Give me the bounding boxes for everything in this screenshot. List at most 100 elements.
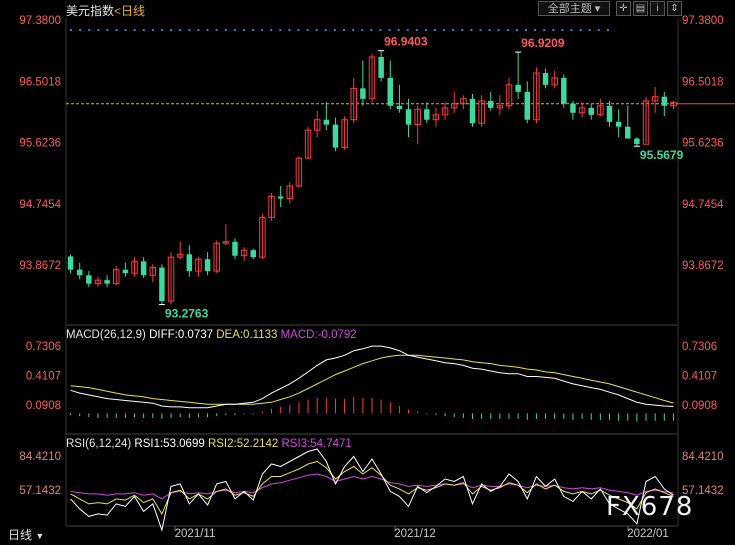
dotted-marker bbox=[361, 29, 364, 31]
dotted-marker bbox=[497, 29, 500, 31]
price-tick-right: 95.6236 bbox=[682, 138, 724, 150]
rsi-tick-right: 84.4210 bbox=[682, 451, 724, 463]
macd-tick-left: 0.0908 bbox=[26, 400, 61, 412]
tab-daily[interactable]: 日线 ▼ bbox=[0, 526, 60, 544]
chevron-down-icon: ▼ bbox=[35, 531, 45, 541]
dotted-marker bbox=[443, 29, 446, 31]
candle-body-down bbox=[86, 275, 92, 284]
dotted-marker bbox=[261, 29, 264, 31]
candle-body-down bbox=[488, 100, 494, 108]
macd-diff-value: DIFF:0.0737 bbox=[149, 329, 214, 341]
rsi1-value: RSI1:53.0699 bbox=[134, 438, 205, 450]
theme-select-button[interactable]: 全部主题 ▾ bbox=[538, 1, 610, 16]
dotted-marker bbox=[197, 29, 200, 31]
dotted-marker bbox=[333, 29, 336, 31]
candle-body-down bbox=[634, 138, 640, 145]
dotted-marker bbox=[288, 29, 291, 31]
candle-body-down bbox=[360, 88, 366, 99]
price-tick-left: 97.3800 bbox=[19, 15, 61, 27]
rsi-tick-left: 57.1432 bbox=[19, 485, 61, 497]
candle-body-down bbox=[570, 103, 576, 113]
period-label[interactable]: <日线 bbox=[114, 4, 145, 18]
dotted-marker bbox=[597, 29, 600, 31]
dotted-marker bbox=[479, 29, 482, 31]
dotted-marker bbox=[579, 29, 582, 31]
cross-icon[interactable]: ✛ bbox=[616, 1, 631, 16]
dotted-marker bbox=[170, 29, 173, 31]
dotted-marker bbox=[115, 29, 118, 31]
macd-label: MACD(26,12,9) bbox=[66, 329, 146, 341]
dotted-marker bbox=[424, 29, 427, 31]
dotted-marker bbox=[179, 29, 182, 31]
dotted-marker bbox=[324, 29, 327, 31]
candle-body-down bbox=[625, 126, 631, 139]
candle-body-down bbox=[405, 109, 412, 125]
macd-tick-right: 0.7306 bbox=[682, 341, 717, 353]
rsi3-line bbox=[70, 473, 674, 500]
dotted-marker bbox=[470, 29, 473, 31]
candle-body-down bbox=[661, 96, 668, 106]
rsi-legend: RSI(6,12,24) RSI1:53.0699 RSI2:52.2142 R… bbox=[66, 438, 352, 450]
info-icon[interactable]: i bbox=[650, 1, 665, 16]
dotted-marker bbox=[270, 29, 273, 31]
dotted-marker bbox=[543, 29, 546, 31]
rsi1-line bbox=[70, 448, 674, 532]
candle-body-down bbox=[323, 119, 330, 125]
dotted-marker bbox=[70, 29, 72, 31]
candle-body-down bbox=[469, 98, 476, 124]
dotted-marker bbox=[525, 29, 527, 31]
price-tick-left: 93.8672 bbox=[19, 260, 61, 272]
macd-value: MACD:-0.0792 bbox=[280, 329, 357, 341]
candle-body-down bbox=[140, 261, 147, 276]
dotted-marker bbox=[315, 29, 318, 31]
dotted-marker bbox=[570, 29, 573, 31]
dotted-marker bbox=[206, 29, 209, 31]
rsi-label: RSI(6,12,24) bbox=[66, 438, 132, 450]
dotted-marker bbox=[606, 29, 609, 31]
dotted-marker bbox=[343, 29, 345, 31]
candle-body-down bbox=[104, 280, 110, 284]
candle-body-down bbox=[76, 269, 83, 276]
dotted-marker bbox=[370, 29, 373, 31]
macd-legend: MACD(26,12,9) DIFF:0.0737 DEA:0.1133 MAC… bbox=[66, 329, 357, 341]
candle-body-down bbox=[186, 254, 193, 272]
dotted-marker bbox=[188, 29, 191, 31]
rsi-tick-left: 84.4210 bbox=[19, 451, 61, 463]
chart-title: 美元指数<日线 bbox=[66, 2, 145, 19]
candle-body-down bbox=[232, 241, 238, 256]
dotted-marker bbox=[161, 29, 163, 31]
macd-panel: 0.7306 0.7306 0.4107 0.4107 0.0908 0.0908 bbox=[26, 341, 717, 422]
dotted-marker bbox=[406, 29, 409, 31]
time-axis-label: 2021/11 bbox=[175, 528, 216, 540]
candle-body-down bbox=[277, 196, 284, 199]
price-annotation: 93.2763 bbox=[165, 307, 209, 321]
candle-body-down bbox=[250, 250, 256, 258]
dotted-marker bbox=[397, 29, 400, 31]
price-tick-left: 94.7454 bbox=[19, 199, 61, 211]
dotted-marker bbox=[379, 29, 382, 31]
dotted-marker bbox=[588, 29, 591, 31]
candle-body-down bbox=[387, 77, 394, 106]
watermark: FX678 bbox=[606, 492, 694, 522]
dotted-marker bbox=[561, 29, 564, 31]
candle-body-down bbox=[561, 77, 567, 104]
symbol-name: 美元指数 bbox=[66, 4, 115, 18]
dotted-marker bbox=[488, 29, 491, 31]
chart-canvas: 0.7306 0.7306 0.4107 0.4107 0.0908 0.0908 84.… bbox=[19, 15, 735, 540]
dotted-marker bbox=[552, 29, 555, 31]
dotted-marker bbox=[352, 29, 355, 31]
price-annotation: 96.9209 bbox=[521, 36, 565, 50]
macd-tick-left: 0.7306 bbox=[26, 341, 61, 353]
candle-body-down bbox=[424, 109, 430, 120]
dotted-marker bbox=[224, 29, 227, 31]
dotted-marker bbox=[124, 29, 127, 31]
dotted-marker bbox=[142, 29, 145, 31]
dotted-marker bbox=[79, 29, 82, 31]
dotted-marker bbox=[133, 29, 136, 31]
scale-icon[interactable]: ⇕ bbox=[667, 1, 682, 16]
price-tick-left: 95.6236 bbox=[19, 138, 61, 150]
sub-chart-icon[interactable]: ▤ bbox=[633, 1, 648, 16]
rsi2-value: RSI2:52.2142 bbox=[207, 438, 279, 450]
dotted-marker bbox=[415, 29, 418, 31]
dotted-marker bbox=[297, 29, 300, 31]
